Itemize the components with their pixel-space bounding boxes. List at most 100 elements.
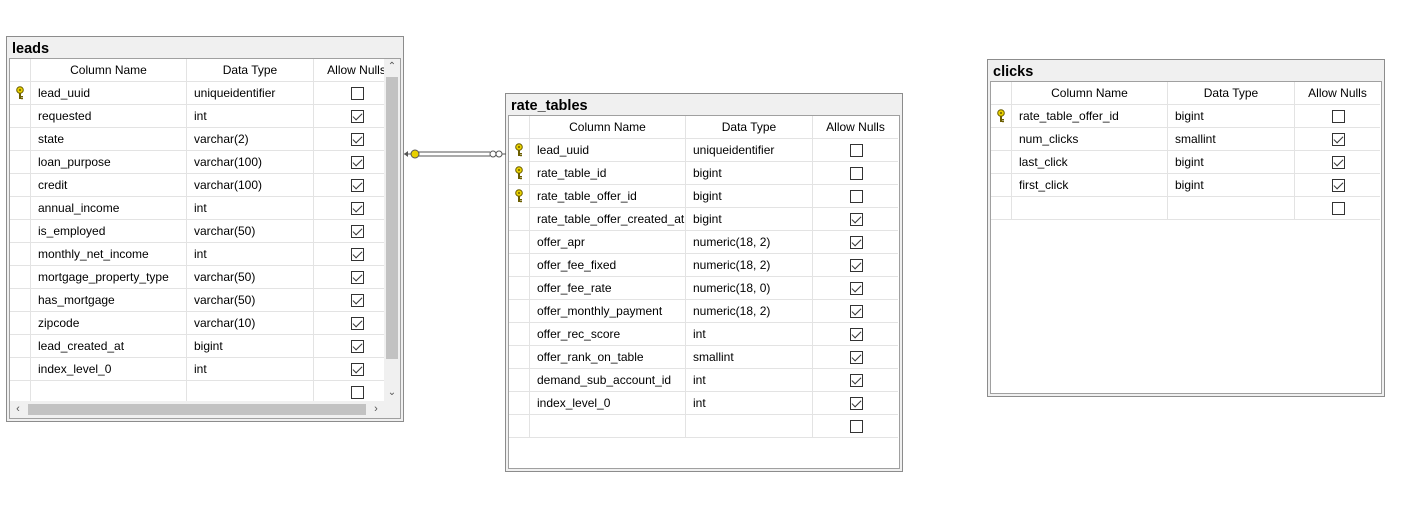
data-type-cell[interactable]: varchar(100)	[187, 174, 314, 196]
table-row[interactable]: has_mortgage varchar(50)	[10, 289, 399, 312]
allow-nulls-checkbox[interactable]	[350, 363, 364, 376]
data-type-cell[interactable]: numeric(18, 2)	[686, 300, 813, 322]
column-name-cell[interactable]: rate_table_offer_id	[530, 185, 686, 207]
row-selector[interactable]	[991, 151, 1012, 173]
table-rate-tables[interactable]: rate_tables Column Name Data Type Allow Nu…	[505, 93, 903, 472]
data-type-cell[interactable]: int	[187, 105, 314, 127]
row-selector[interactable]	[991, 174, 1012, 196]
scroll-up-icon[interactable]: ⌃	[384, 59, 400, 75]
data-type-cell[interactable]: int	[187, 243, 314, 265]
table-row[interactable]: lead_uuid uniqueidentifier	[10, 82, 399, 105]
table-row[interactable]	[509, 415, 898, 438]
relationship-line[interactable]	[400, 140, 508, 170]
data-type-cell[interactable]: bigint	[686, 208, 813, 230]
data-type-cell[interactable]: bigint	[187, 335, 314, 357]
column-name-cell[interactable]: rate_table_offer_id	[1012, 105, 1168, 127]
table-row[interactable]: rate_table_id bigint	[509, 162, 898, 185]
row-selector[interactable]	[10, 312, 31, 334]
table-leads[interactable]: leads Column Name Data Type Allow Nulls lea…	[6, 36, 404, 422]
row-selector[interactable]	[509, 231, 530, 253]
row-selector[interactable]	[10, 358, 31, 380]
allow-nulls-checkbox[interactable]	[350, 386, 364, 399]
column-name-cell[interactable]: index_level_0	[31, 358, 187, 380]
allow-nulls-checkbox[interactable]	[350, 202, 364, 215]
column-name-cell[interactable]: rate_table_id	[530, 162, 686, 184]
allow-nulls-checkbox[interactable]	[849, 236, 863, 249]
data-type-cell[interactable]: int	[686, 392, 813, 414]
column-name-cell[interactable]: last_click	[1012, 151, 1168, 173]
data-type-cell[interactable]: bigint	[686, 185, 813, 207]
table-row[interactable]: credit varchar(100)	[10, 174, 399, 197]
row-selector[interactable]	[10, 335, 31, 357]
data-type-cell[interactable]: int	[187, 358, 314, 380]
column-name-cell[interactable]: state	[31, 128, 187, 150]
table-row[interactable]: mortgage_property_type varchar(50)	[10, 266, 399, 289]
row-selector[interactable]	[10, 197, 31, 219]
table-row[interactable]: last_click bigint	[991, 151, 1380, 174]
column-name-cell[interactable]: first_click	[1012, 174, 1168, 196]
data-type-cell[interactable]: varchar(10)	[187, 312, 314, 334]
column-name-cell[interactable]: monthly_net_income	[31, 243, 187, 265]
table-row[interactable]: offer_rank_on_table smallint	[509, 346, 898, 369]
table-row[interactable]: offer_fee_rate numeric(18, 0)	[509, 277, 898, 300]
table-row[interactable]: offer_fee_fixed numeric(18, 2)	[509, 254, 898, 277]
allow-nulls-checkbox[interactable]	[350, 340, 364, 353]
data-type-cell[interactable]: bigint	[1168, 105, 1295, 127]
allow-nulls-checkbox[interactable]	[350, 133, 364, 146]
allow-nulls-checkbox[interactable]	[1331, 202, 1345, 215]
scroll-thumb[interactable]	[386, 77, 398, 359]
table-clicks[interactable]: clicks Column Name Data Type Allow Nulls ra…	[987, 59, 1385, 397]
row-selector[interactable]	[991, 128, 1012, 150]
data-type-cell[interactable]	[686, 415, 813, 437]
row-selector[interactable]	[991, 105, 1012, 127]
header-allow-nulls[interactable]: Allow Nulls	[813, 116, 898, 138]
row-selector[interactable]	[509, 162, 530, 184]
header-allow-nulls[interactable]: Allow Nulls	[1295, 82, 1380, 104]
data-type-cell[interactable]	[187, 381, 314, 403]
row-selector[interactable]	[10, 105, 31, 127]
data-type-cell[interactable]: int	[686, 369, 813, 391]
column-name-cell[interactable]: lead_uuid	[31, 82, 187, 104]
table-row[interactable]: index_level_0 int	[509, 392, 898, 415]
table-row[interactable]: rate_table_offer_id bigint	[991, 105, 1380, 128]
row-selector[interactable]	[509, 300, 530, 322]
allow-nulls-checkbox[interactable]	[849, 213, 863, 226]
row-selector[interactable]	[10, 174, 31, 196]
header-column-name[interactable]: Column Name	[530, 116, 686, 138]
table-row[interactable]: requested int	[10, 105, 399, 128]
column-name-cell[interactable]: offer_rank_on_table	[530, 346, 686, 368]
row-selector[interactable]	[509, 254, 530, 276]
allow-nulls-checkbox[interactable]	[350, 156, 364, 169]
allow-nulls-checkbox[interactable]	[849, 374, 863, 387]
data-type-cell[interactable]: numeric(18, 2)	[686, 254, 813, 276]
scroll-left-icon[interactable]: ‹	[10, 401, 26, 418]
row-selector[interactable]	[509, 346, 530, 368]
row-selector[interactable]	[10, 128, 31, 150]
vertical-scrollbar[interactable]: ⌃ ⌄	[384, 59, 400, 401]
allow-nulls-checkbox[interactable]	[849, 282, 863, 295]
allow-nulls-checkbox[interactable]	[350, 110, 364, 123]
data-type-cell[interactable]: varchar(50)	[187, 266, 314, 288]
allow-nulls-checkbox[interactable]	[849, 305, 863, 318]
row-selector[interactable]	[10, 82, 31, 104]
data-type-cell[interactable]: bigint	[1168, 174, 1295, 196]
row-selector[interactable]	[509, 392, 530, 414]
column-name-cell[interactable]: requested	[31, 105, 187, 127]
data-type-cell[interactable]: varchar(100)	[187, 151, 314, 173]
scroll-right-icon[interactable]: ›	[368, 401, 384, 418]
row-selector[interactable]	[991, 197, 1012, 219]
column-name-cell[interactable]: loan_purpose	[31, 151, 187, 173]
allow-nulls-checkbox[interactable]	[350, 87, 364, 100]
data-type-cell[interactable]: varchar(2)	[187, 128, 314, 150]
column-name-cell[interactable]: offer_apr	[530, 231, 686, 253]
row-selector[interactable]	[10, 220, 31, 242]
row-selector[interactable]	[509, 277, 530, 299]
table-row[interactable]: rate_table_offer_id bigint	[509, 185, 898, 208]
column-name-cell[interactable]: rate_table_offer_created_at	[530, 208, 686, 230]
allow-nulls-checkbox[interactable]	[1331, 156, 1345, 169]
allow-nulls-checkbox[interactable]	[350, 271, 364, 284]
data-type-cell[interactable]: varchar(50)	[187, 289, 314, 311]
table-row[interactable]: loan_purpose varchar(100)	[10, 151, 399, 174]
allow-nulls-checkbox[interactable]	[350, 294, 364, 307]
column-name-cell[interactable]: offer_rec_score	[530, 323, 686, 345]
